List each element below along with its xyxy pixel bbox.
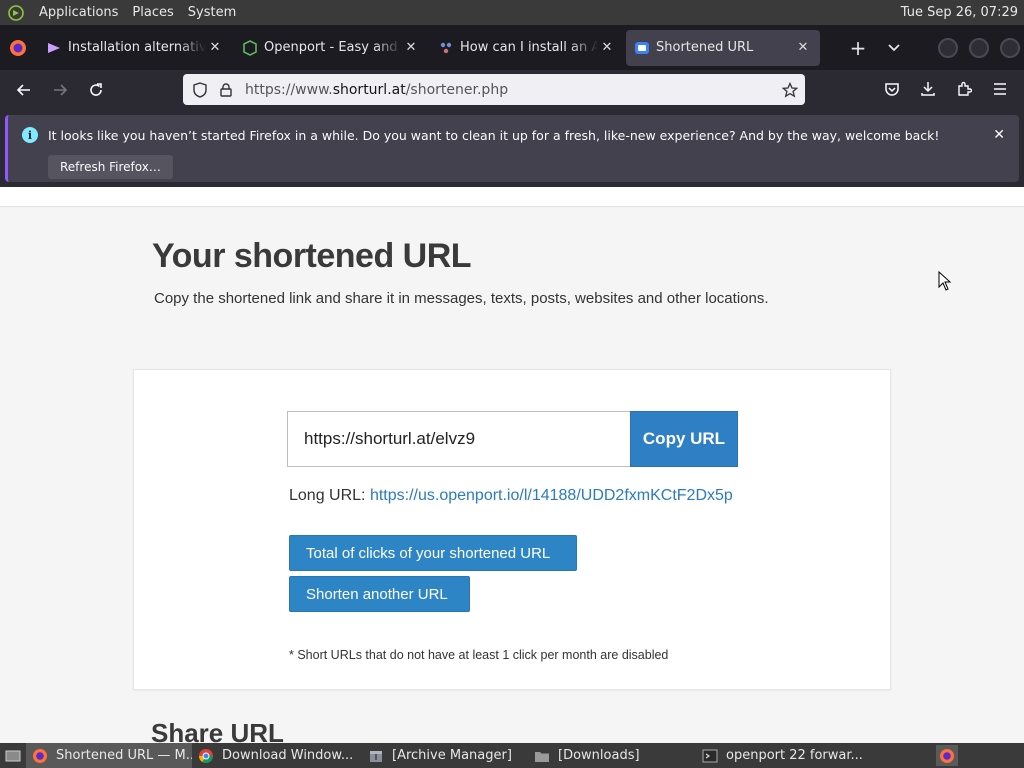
hamburger-menu-icon[interactable] bbox=[982, 73, 1018, 105]
bookmark-star-icon[interactable] bbox=[775, 81, 805, 98]
lock-icon[interactable] bbox=[215, 82, 237, 97]
refresh-firefox-button[interactable]: Refresh Firefox… bbox=[48, 155, 173, 179]
long-url-row: Long URL: https://us.openport.io/l/14188… bbox=[289, 487, 733, 505]
folder-icon bbox=[534, 748, 550, 764]
archive-icon bbox=[368, 748, 384, 764]
mouse-cursor-icon bbox=[938, 271, 952, 291]
top-panel: Applications Places System Tue Sep 26, 0… bbox=[0, 0, 1024, 25]
page-content: Your shortened URL Copy the shortened li… bbox=[0, 187, 1024, 743]
minimize-window-icon[interactable] bbox=[938, 38, 958, 58]
applications-menu[interactable]: Applications bbox=[32, 5, 125, 20]
tracking-protection-shield-icon[interactable] bbox=[185, 81, 215, 98]
tab-strip: Installation alternatives ✕ Openport - E… bbox=[0, 25, 1024, 70]
tab-title: How can I install an Arc bbox=[460, 40, 598, 55]
openport-favicon-icon bbox=[242, 39, 258, 56]
maximize-window-icon[interactable] bbox=[969, 38, 989, 58]
share-url-heading: Share URL bbox=[151, 718, 284, 743]
close-tab-icon[interactable]: ✕ bbox=[794, 39, 812, 57]
info-icon: i bbox=[22, 127, 38, 143]
window-controls bbox=[927, 38, 1020, 58]
distro-logo-icon[interactable] bbox=[6, 3, 26, 23]
firefox-icon bbox=[32, 748, 48, 764]
taskbar-item-downloads[interactable]: [Downloads] bbox=[528, 743, 696, 768]
taskbar-item-download-window[interactable]: Download Window... bbox=[192, 743, 362, 768]
places-menu[interactable]: Places bbox=[125, 5, 180, 20]
taskbar-item-label: Shortened URL — M... bbox=[56, 748, 192, 763]
shorturl-favicon-icon bbox=[634, 40, 650, 56]
shorten-another-button[interactable]: Shorten another URL bbox=[289, 576, 470, 612]
back-arrow-icon[interactable] bbox=[6, 74, 42, 106]
result-card: https://shorturl.at/elvz9 Copy URL Long … bbox=[133, 369, 891, 690]
page-title: Your shortened URL bbox=[152, 237, 472, 275]
list-all-tabs-icon[interactable] bbox=[876, 30, 912, 66]
terminal-icon bbox=[702, 748, 718, 764]
taskbar-item-label: [Downloads] bbox=[558, 748, 640, 763]
taskbar-item-terminal[interactable]: openport 22 forwar... bbox=[696, 743, 866, 768]
system-menu[interactable]: System bbox=[181, 5, 243, 20]
notification-message: It looks like you haven’t started Firefo… bbox=[48, 128, 940, 143]
close-window-icon[interactable] bbox=[1000, 38, 1020, 58]
url-path: /shortener.php bbox=[405, 81, 509, 98]
show-desktop-icon[interactable] bbox=[0, 743, 26, 768]
navigation-bar: https://www.shorturl.at/shortener.php bbox=[0, 70, 1024, 109]
disabled-urls-note: * Short URLs that do not have at least 1… bbox=[289, 648, 669, 662]
tab-title: Shortened URL bbox=[656, 40, 754, 55]
tab-installation-alternatives[interactable]: Installation alternatives ✕ bbox=[38, 30, 232, 66]
long-url-label: Long URL: bbox=[289, 487, 366, 504]
close-tab-icon[interactable]: ✕ bbox=[402, 39, 420, 57]
downloads-icon[interactable] bbox=[910, 73, 946, 105]
tab-title: Openport - Easy and se bbox=[264, 40, 402, 55]
refresh-firefox-notification: i It looks like you haven’t started Fire… bbox=[5, 115, 1019, 182]
extensions-icon[interactable] bbox=[946, 73, 982, 105]
pocket-icon[interactable] bbox=[874, 73, 910, 105]
short-url-field[interactable]: https://shorturl.at/elvz9 bbox=[287, 411, 631, 467]
notification-area: i It looks like you haven’t started Fire… bbox=[0, 109, 1024, 187]
copy-url-button[interactable]: Copy URL bbox=[630, 411, 738, 467]
taskbar-item-label: openport 22 forwar... bbox=[726, 748, 863, 763]
reload-icon[interactable] bbox=[78, 74, 114, 106]
long-url-link[interactable]: https://us.openport.io/l/14188/UDD2fxmKC… bbox=[370, 487, 733, 504]
site-favicon-icon bbox=[46, 40, 62, 56]
tab-openport[interactable]: Openport - Easy and se ✕ bbox=[234, 30, 428, 66]
taskbar-item-archive-manager[interactable]: [Archive Manager] bbox=[362, 743, 528, 768]
close-notification-icon[interactable]: ✕ bbox=[993, 127, 1005, 143]
taskbar: Shortened URL — M... Download Window... … bbox=[0, 743, 1024, 768]
taskbar-item-label: Download Window... bbox=[222, 748, 354, 763]
url-text[interactable]: https://www.shorturl.at/shortener.php bbox=[245, 82, 775, 98]
close-tab-icon[interactable]: ✕ bbox=[206, 39, 224, 57]
new-tab-icon[interactable]: + bbox=[840, 30, 876, 66]
taskbar-item-label: [Archive Manager] bbox=[392, 748, 512, 763]
tab-how-can-i-install[interactable]: How can I install an Arc ✕ bbox=[430, 30, 624, 66]
url-prefix: https://www. bbox=[245, 81, 333, 98]
forward-arrow-icon[interactable] bbox=[42, 74, 78, 106]
url-host: shorturl.at bbox=[332, 81, 406, 98]
page-subtitle: Copy the shortened link and share it in … bbox=[154, 290, 769, 307]
tab-shortened-url[interactable]: Shortened URL ✕ bbox=[626, 29, 820, 66]
taskbar-item-firefox[interactable]: Shortened URL — M... bbox=[26, 743, 192, 768]
clock[interactable]: Tue Sep 26, 07:29 bbox=[901, 0, 1018, 25]
toolbar-right bbox=[874, 73, 1018, 105]
total-clicks-button[interactable]: Total of clicks of your shortened URL bbox=[289, 535, 577, 571]
address-bar[interactable]: https://www.shorturl.at/shortener.php bbox=[183, 74, 805, 105]
site-header bbox=[0, 187, 1024, 207]
tab-title: Installation alternatives bbox=[68, 40, 206, 55]
close-tab-icon[interactable]: ✕ bbox=[598, 39, 616, 57]
chrome-icon bbox=[198, 748, 214, 764]
tray-firefox-icon[interactable] bbox=[936, 745, 958, 766]
stackexchange-favicon-icon bbox=[438, 40, 454, 56]
firefox-view-icon[interactable] bbox=[0, 25, 36, 70]
